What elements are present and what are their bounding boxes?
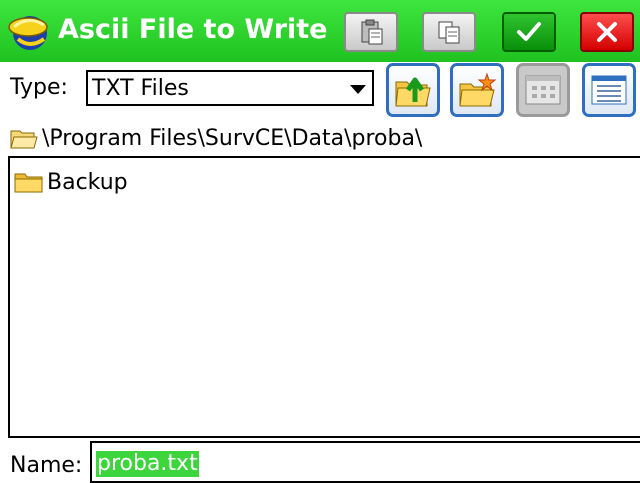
- file-type-select[interactable]: TXT Files: [86, 70, 374, 106]
- cancel-button[interactable]: [580, 12, 634, 52]
- new-folder-icon: [459, 72, 497, 107]
- folder-icon: [14, 173, 43, 193]
- current-path: \Program Files\SurvCE\Data\proba\: [42, 126, 423, 151]
- window-title: Ascii File to Write: [58, 14, 328, 45]
- folder-up-icon: [395, 77, 431, 107]
- file-name-input[interactable]: proba.txt: [90, 441, 640, 483]
- icon-view-button[interactable]: [516, 63, 570, 117]
- list-item[interactable]: Backup: [14, 168, 128, 196]
- file-list[interactable]: Backup: [8, 156, 640, 438]
- paste-button[interactable]: [344, 12, 398, 52]
- close-icon: [597, 22, 617, 42]
- list-view-button[interactable]: [582, 63, 636, 117]
- folder-up-button[interactable]: [386, 63, 440, 117]
- paste-icon: [361, 19, 383, 45]
- title-bar: Ascii File to Write: [0, 0, 640, 62]
- new-folder-button[interactable]: [450, 63, 504, 117]
- copy-button[interactable]: [422, 12, 476, 52]
- file-type-value: TXT Files: [92, 76, 189, 101]
- copy-icon: [438, 21, 460, 44]
- icon-view-icon: [525, 75, 561, 105]
- name-label: Name:: [10, 453, 83, 478]
- file-name-value: proba.txt: [96, 451, 199, 477]
- checkmark-icon: [517, 22, 541, 41]
- app-icon: [8, 16, 48, 50]
- open-folder-icon: [10, 130, 38, 149]
- file-name: Backup: [47, 169, 128, 195]
- ok-button[interactable]: [502, 12, 556, 52]
- chevron-down-icon[interactable]: [350, 85, 366, 94]
- list-view-icon: [591, 75, 627, 105]
- type-label: Type:: [10, 75, 68, 100]
